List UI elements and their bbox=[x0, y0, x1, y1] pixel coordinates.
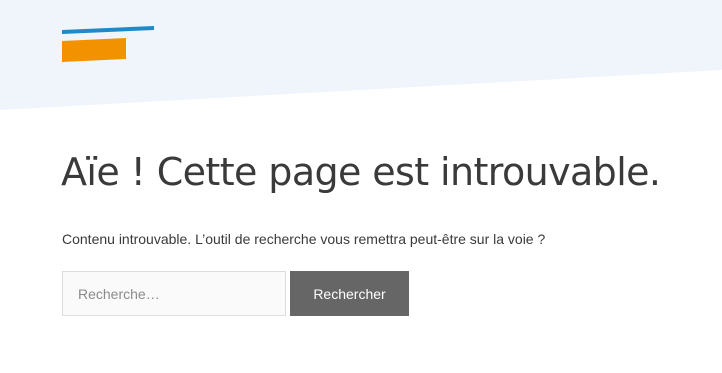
search-input[interactable] bbox=[62, 271, 286, 316]
not-found-message: Contenu introuvable. L’outil de recherch… bbox=[62, 231, 546, 247]
logo-icon bbox=[62, 26, 154, 62]
page-title: Aïe ! Cette page est introuvable. bbox=[61, 150, 661, 194]
search-button[interactable]: Rechercher bbox=[290, 271, 409, 316]
site-logo[interactable] bbox=[62, 26, 156, 66]
search-form: Rechercher bbox=[62, 271, 409, 316]
